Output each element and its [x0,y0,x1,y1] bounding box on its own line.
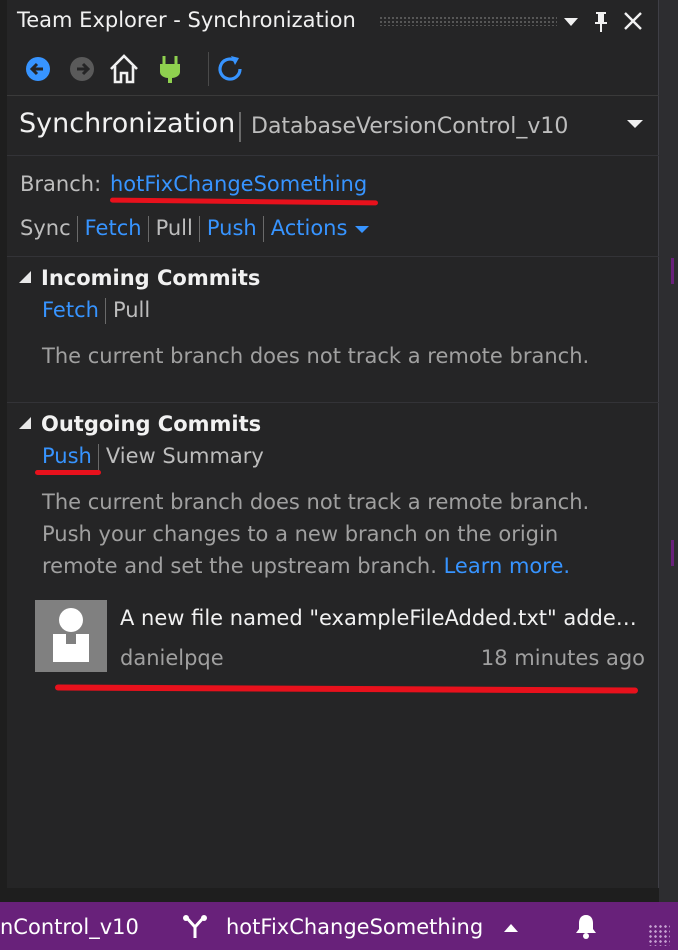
bell-icon[interactable] [572,912,600,940]
pull-link: Pull [155,216,193,240]
incoming-message: The current branch does not track a remo… [42,344,590,368]
link-divider [147,216,149,242]
section-divider [7,155,659,156]
outgoing-message-line: remote and set the upstream branch. Lear… [42,550,632,582]
collapse-triangle-icon[interactable] [19,271,31,283]
incoming-commits-title: Incoming Commits [41,266,261,290]
title-divider [239,112,241,142]
branch-icon [182,914,208,940]
outgoing-message-line: The current branch does not track a remo… [42,490,590,514]
branch-label: Branch: [20,172,102,196]
incoming-fetch-link[interactable]: Fetch [42,298,99,322]
status-branch[interactable]: hotFixChangeSomething [226,915,483,939]
title-bar: Team Explorer - Synchronization [7,0,659,42]
incoming-commits-header[interactable]: Incoming Commits [19,266,260,290]
back-icon[interactable] [21,52,55,86]
avatar [35,600,107,672]
outgoing-message-text: remote and set the upstream branch. [42,554,437,578]
edge-marker [671,540,674,566]
commit-time: 18 minutes ago [480,646,645,670]
outgoing-message-line: Push your changes to a new branch on the… [42,522,559,546]
push-link[interactable]: Push [207,216,257,240]
user-icon [53,608,89,662]
annotation-underline [109,197,379,206]
actions-chevron-icon[interactable] [355,225,370,233]
link-divider [104,298,106,324]
status-bar: nControl_v10 hotFixChangeSomething [0,902,678,950]
toolbar-separator [208,52,209,86]
commit-item[interactable]: A new file named "exampleFileAdded.txt" … [35,600,645,672]
chevron-down-icon[interactable] [557,6,585,36]
section-divider [7,402,659,403]
page-menu-chevron-icon[interactable] [627,120,643,128]
connect-plug-icon[interactable] [153,52,187,86]
incoming-links: Fetch Pull [42,298,150,324]
annotation-underline [35,470,101,475]
status-repo[interactable]: nControl_v10 [0,915,139,939]
pin-icon[interactable] [587,6,615,36]
outgoing-message: The current branch does not track a remo… [42,486,632,582]
resize-grip[interactable] [648,924,670,946]
branch-link[interactable]: hotFixChangeSomething [110,172,367,196]
adjacent-panel-edge [659,0,678,902]
section-divider [7,256,659,257]
page-title: Synchronization [19,108,236,139]
edge-marker [671,258,674,284]
toolbar [7,46,659,92]
sync-link: Sync [20,216,71,240]
outgoing-links: Push View Summary [42,444,264,470]
link-divider [76,216,78,242]
sync-links: Sync Fetch Pull Push Actions [20,216,370,242]
annotation-underline [54,684,639,694]
outgoing-push-link[interactable]: Push [42,444,92,468]
repository-name: DatabaseVersionControl_v10 [251,114,569,139]
outgoing-commits-header[interactable]: Outgoing Commits [19,412,261,436]
view-summary-link: View Summary [105,444,264,468]
link-divider [198,216,200,242]
fetch-link[interactable]: Fetch [85,216,142,240]
commit-author: danielpqe [120,646,224,670]
refresh-icon[interactable] [213,52,247,86]
drag-grip[interactable] [379,16,557,26]
learn-more-link[interactable]: Learn more. [444,554,570,578]
forward-icon [65,52,99,86]
link-divider [262,216,264,242]
incoming-pull-link: Pull [112,298,151,322]
close-icon[interactable] [619,6,647,36]
home-icon[interactable] [107,52,141,86]
commit-title: A new file named "exampleFileAdded.txt" … [120,606,645,630]
header-separator [7,95,659,96]
actions-link[interactable]: Actions [271,216,348,240]
outgoing-commits-title: Outgoing Commits [41,412,262,436]
team-explorer-panel: Team Explorer - Synchronization Synchron… [7,0,659,888]
window-title: Team Explorer - Synchronization [17,8,356,32]
chevron-up-icon[interactable] [504,924,518,932]
link-divider [97,444,99,470]
collapse-triangle-icon[interactable] [19,417,31,429]
